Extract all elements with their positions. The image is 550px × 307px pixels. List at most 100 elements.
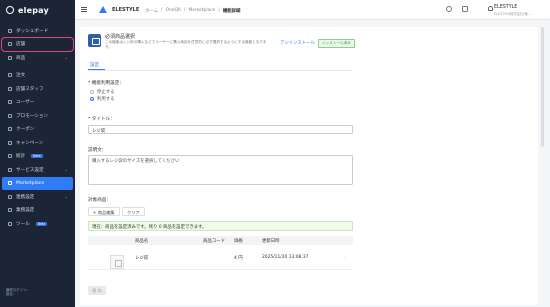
tag-icon	[8, 55, 12, 60]
breadcrumb-marketplace[interactable]: Marketplace	[188, 8, 215, 14]
briefcase-icon	[8, 208, 12, 213]
usage-label: * 機能利用設定：	[88, 81, 124, 86]
tab-settings[interactable]: 設定	[90, 62, 99, 68]
download-icon[interactable]	[462, 6, 468, 12]
sidebar-item-business-settings[interactable]: 業務設定	[0, 204, 75, 218]
radio-circle	[90, 90, 94, 94]
gear-icon	[8, 167, 12, 172]
breadcrumb-oneqr[interactable]: OneQR	[166, 8, 181, 14]
feature-title: 必須商品選択	[105, 34, 136, 40]
scrollbar[interactable]	[541, 27, 544, 147]
status-badge: インストール済み	[318, 39, 355, 48]
product-image	[110, 255, 124, 269]
column-header: 更新日時	[262, 239, 280, 245]
topbar: ELESTYLE ホーム / OneQR / Marketplace / 機能詳細 E…	[75, 0, 550, 20]
sidebar-item-label: サービス設定	[16, 167, 44, 173]
save-button[interactable]: 保 存	[88, 286, 106, 295]
product-name: レジ袋	[135, 256, 149, 261]
radio-label: 利用する	[97, 97, 115, 102]
topbar-actions	[446, 6, 468, 12]
sidebar-item-label: 商品	[16, 55, 26, 61]
table-row[interactable]: レジ袋 4 円 2025/11/20 13:08:37 ⋮	[88, 245, 353, 270]
column-header: 価格	[234, 239, 243, 245]
clear-button[interactable]: クリア	[122, 207, 145, 216]
sidebar-item-label: ツール	[16, 221, 30, 227]
sidebar-item-tools[interactable]: ツール Beta	[0, 217, 75, 231]
sidebar-item-integrations[interactable]: 連携設定 ⌄	[0, 190, 75, 204]
tab-divider	[88, 70, 353, 71]
store-icon	[8, 42, 12, 47]
sidebar-item-coupon[interactable]: クーポン	[0, 123, 75, 137]
grid-icon	[8, 181, 12, 186]
chevron-down-icon: ⌄	[64, 194, 68, 200]
megaphone-icon	[8, 113, 12, 118]
logo-text: elepay	[18, 5, 49, 15]
radio-circle	[90, 97, 94, 101]
sidebar: elepay ダッシュボード 店舗 商品 ⌄ 注文 店舗スタッフ ユーザー プロ…	[0, 0, 75, 307]
radio-use[interactable]: 利用する	[90, 96, 115, 102]
staff-icon	[8, 86, 12, 91]
beta-badge: Beta	[35, 221, 48, 226]
chevron-down-icon: ⌄	[64, 55, 68, 61]
sidebar-item-label: キャンペーン	[16, 140, 44, 146]
menu-icon[interactable]	[81, 7, 87, 12]
feature-detail-panel: 必須商品選択 この機能はレジ前の購入などでユーザーに購入商品を任意的に必ず選択す…	[80, 27, 538, 305]
column-header: 商品名	[135, 239, 149, 245]
sidebar-item-campaign[interactable]: キャンペーン	[0, 136, 75, 150]
sidebar-item-store[interactable]: 店舗	[1, 36, 74, 52]
user-icon	[8, 100, 12, 105]
uninstall-link[interactable]: アンインストール	[280, 40, 315, 46]
title-input[interactable]: レジ袋	[88, 125, 353, 134]
tool-icon	[8, 221, 12, 226]
sidebar-item-label: 連携設定	[16, 194, 35, 200]
feature-icon	[88, 34, 101, 47]
sidebar-item-label: 店舗スタッフ	[16, 86, 44, 92]
sidebar-item-label: 注文	[16, 73, 26, 79]
product-updated: 2025/11/20 13:08:37	[262, 255, 309, 260]
title-label: * タイトル：	[88, 117, 115, 122]
sidebar-item-label: 業務設定	[16, 208, 35, 214]
link-icon	[8, 194, 12, 199]
sidebar-item-promotion[interactable]: プロモーション	[0, 109, 75, 123]
user-name: ELESTYLE	[494, 4, 518, 10]
sidebar-item-stats[interactable]: 統計 Beta	[0, 150, 75, 164]
breadcrumb-home[interactable]: ホーム	[145, 8, 158, 14]
products-label: 対象商品：	[88, 198, 111, 203]
breadcrumb-current: 機能詳細	[222, 8, 241, 14]
help-icon[interactable]	[446, 6, 452, 12]
chart-icon	[8, 154, 12, 159]
radio-label: 停止する	[97, 90, 115, 95]
coupon-icon	[8, 127, 12, 132]
sidebar-item-label: 統計	[16, 154, 26, 160]
sidebar-item-label: ユーザー	[16, 100, 35, 106]
feature-description: この機能はレジ前の購入などでユーザーに購入商品を任意的に必ず選択するようにする機…	[105, 40, 267, 49]
flag-icon	[8, 140, 12, 145]
sidebar-item-staff[interactable]: 店舗スタッフ	[0, 82, 75, 96]
more-icon[interactable]: ⋮	[343, 255, 347, 260]
product-notice: 現在：商品を設定済みです。残り 0 商品を設定できます。	[88, 221, 353, 231]
logo-icon	[6, 6, 14, 14]
sidebar-item-users[interactable]: ユーザー	[0, 96, 75, 110]
user-icon	[488, 6, 493, 11]
radio-stop[interactable]: 停止する	[90, 89, 115, 95]
description-textarea[interactable]: 購入するレジ袋のサイズを選択してください	[88, 155, 353, 185]
cart-icon	[8, 73, 12, 78]
sidebar-item-service-settings[interactable]: サービス設定 ⌄	[0, 163, 75, 177]
sidebar-item-marketplace[interactable]: Marketplace	[2, 176, 73, 190]
edit-products-button[interactable]: + 商品編集	[88, 207, 120, 216]
logo[interactable]: elepay	[0, 0, 75, 20]
user-company: ELESTYLE株式会社(管...	[494, 11, 531, 16]
brand-name[interactable]: ELESTYLE	[112, 7, 139, 13]
sidebar-item-orders[interactable]: 注文	[0, 69, 75, 83]
chevron-down-icon: ⌄	[64, 167, 68, 173]
sidebar-item-dashboard[interactable]: ダッシュボード	[0, 24, 75, 38]
sidebar-item-label: プロモーション	[16, 113, 49, 119]
sidebar-item-label: Marketplace	[16, 180, 45, 186]
home-icon	[8, 28, 12, 33]
sidebar-item-label: ダッシュボード	[16, 28, 49, 34]
breadcrumb: ホーム / OneQR / Marketplace / 機能詳細	[145, 7, 241, 14]
sidebar-item-products[interactable]: 商品 ⌄	[0, 51, 75, 65]
sidebar-item-label: 店舗	[16, 42, 26, 48]
sidebar-footer: 最終ログイン: 設定:	[6, 288, 28, 297]
sidebar-item-label: クーポン	[16, 127, 35, 133]
